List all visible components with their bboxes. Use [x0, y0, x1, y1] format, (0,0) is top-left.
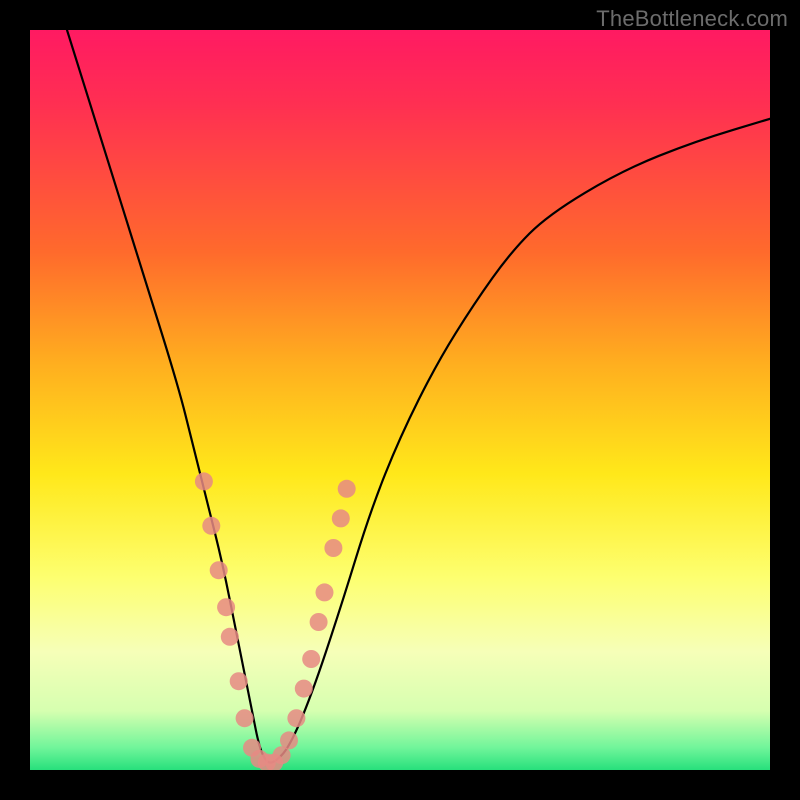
curve-marker [338, 480, 356, 498]
watermark-text: TheBottleneck.com [596, 6, 788, 32]
plot-area [30, 30, 770, 770]
curve-marker [295, 680, 313, 698]
curve-marker [287, 709, 305, 727]
curve-marker [310, 613, 328, 631]
curve-marker [202, 517, 220, 535]
curve-marker [221, 628, 239, 646]
curve-marker [332, 509, 350, 527]
bottleneck-curve [67, 30, 770, 763]
curve-marker [217, 598, 235, 616]
curve-markers [195, 472, 356, 770]
curve-marker [280, 731, 298, 749]
chart-frame: TheBottleneck.com [0, 0, 800, 800]
curve-marker [316, 583, 334, 601]
chart-svg [30, 30, 770, 770]
curve-marker [210, 561, 228, 579]
curve-marker [236, 709, 254, 727]
curve-marker [230, 672, 248, 690]
curve-marker [302, 650, 320, 668]
curve-marker [195, 472, 213, 490]
curve-marker [324, 539, 342, 557]
